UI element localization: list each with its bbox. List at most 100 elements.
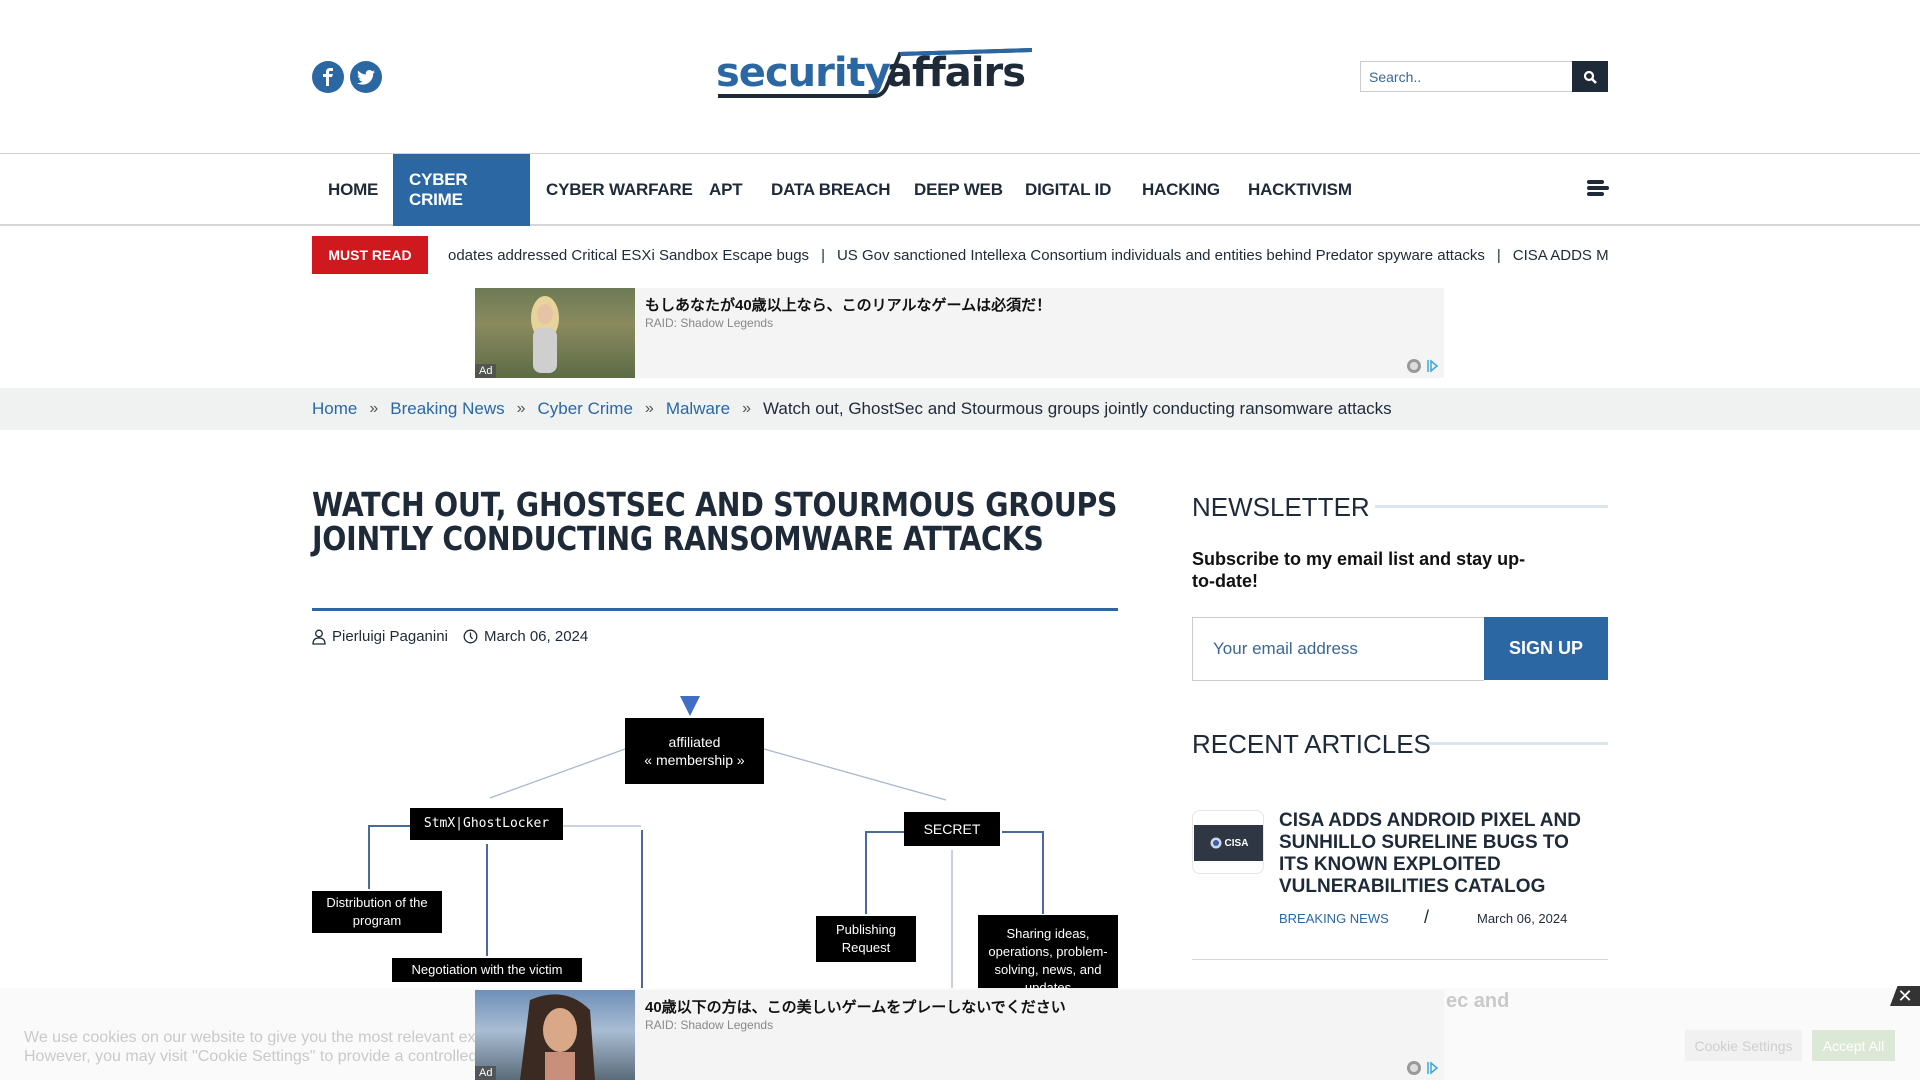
ad-privacy-icon [1407,359,1421,373]
cookie-text: We use cookies on our website to give yo… [24,1028,499,1066]
diagram-node-negotiation: Negotiation with the victim [392,958,582,982]
site-header: security affairs Search.. [0,0,1920,154]
breadcrumb-malware[interactable]: Malware [666,399,730,419]
author-name[interactable]: Pierluigi Paganini [332,628,448,645]
accept-all-button[interactable]: Accept All [1812,1030,1895,1061]
breadcrumb-breaking-news[interactable]: Breaking News [390,399,504,419]
must-read-label: MUST READ [328,247,412,263]
ad-title[interactable]: もしあなたが40歳以上なら、このリアルなゲームは必須だ！ [645,294,1051,315]
nav-item-deep-web[interactable]: DEEP WEB [898,154,1019,226]
user-icon [312,629,326,645]
ticker-item[interactable]: US Gov sanctioned Intellexa Consortium i… [837,247,1485,264]
menu-hamburger-icon[interactable] [1587,180,1609,196]
diagram-node-label: Publishing Request [836,922,896,955]
heading-rule [1375,505,1608,508]
site-logo[interactable]: security affairs [716,48,1033,100]
top-ad-banner[interactable]: Ad もしあなたが40歳以上なら、このリアルなゲームは必須だ！ RAID: Sh… [475,288,1444,378]
email-placeholder: Your email address [1213,639,1358,658]
article-author[interactable]: Pierluigi Paganini [312,628,448,645]
cisa-logo: CISA [1194,825,1263,861]
newsletter-subtitle: Subscribe to my email list and stay up-t… [1192,549,1526,591]
recent-article-category[interactable]: BREAKING NEWS [1279,911,1389,926]
bottom-ad-banner[interactable]: Ad 40歳以下の方は、この美しいゲームをプレーしないでください RAID: S… [475,990,1444,1080]
breadcrumb-current: Watch out, GhostSec and Stourmous groups… [762,399,1392,418]
clock-icon [463,629,478,644]
publish-date: March 06, 2024 [484,628,589,645]
recent-article-thumbnail[interactable]: CISA [1192,810,1264,874]
breadcrumb-cyber-crime[interactable]: Cyber Crime [538,399,633,419]
ticker-item[interactable]: CISA ADDS MICROSOI [1513,247,1608,264]
logo-text-security: security [716,50,891,96]
nav-label: HOME [328,180,379,199]
article-diagram: affiliated « membership » StmX|GhostLock… [312,664,1118,990]
breadcrumb-separator: » [742,400,751,417]
cisa-text: CISA [1224,837,1249,849]
breadcrumb: Home » Breaking News » Cyber Crime » Mal… [0,388,1920,430]
nav-item-data-breach[interactable]: DATA BREACH [755,154,906,226]
search-icon [1583,70,1597,84]
recent-article-title[interactable]: CISA ADDS ANDROID PIXEL AND SUNHILLO SUR… [1279,810,1599,898]
must-read-badge: MUST READ [312,236,428,274]
ad-source: RAID: Shadow Legends [645,316,774,330]
email-input[interactable]: Your email address [1192,617,1484,681]
breadcrumb-separator: » [369,400,379,417]
nav-item-hacking[interactable]: HACKING [1126,154,1236,226]
nav-label: APT [709,180,743,199]
nav-item-apt[interactable]: APT [693,154,758,226]
article-title: WATCH OUT, GHOSTSEC AND STOURMOUS GROUPS… [312,485,1118,558]
ad-label: Ad [475,364,497,378]
ticker-item[interactable]: odates addressed Critical ESXi Sandbox E… [448,247,809,264]
diagram-node-publishing: Publishing Request [816,916,916,962]
ad-title[interactable]: 40歳以下の方は、この美しいゲームをプレーしないでください [645,996,1066,1017]
news-ticker: odates addressed Critical ESXi Sandbox E… [448,240,1608,270]
sign-up-button[interactable]: SIGN UP [1484,617,1608,680]
nav-label: CYBER CRIME [409,170,468,209]
search-input[interactable]: Search.. [1360,61,1608,92]
ticker-separator: | [1496,246,1501,264]
recent-article-peek: ec and [1446,990,1510,1012]
diagram-node-ghostlocker: StmX|GhostLocker [410,808,563,840]
nav-label: CYBER WARFARE [546,180,693,199]
recent-article-date: March 06, 2024 [1477,911,1568,926]
nav-item-digital-id[interactable]: DIGITAL ID [1009,154,1127,226]
diagram-node-label: SECRET [923,821,981,837]
nav-label: DATA BREACH [771,180,891,199]
newsletter-heading: NEWSLETTER [1192,492,1370,522]
diagram-node-label: StmX|GhostLocker [423,816,550,831]
nav-item-home[interactable]: HOME [312,154,394,226]
diagram-node-label: affiliated « membership » [644,734,745,768]
sign-up-label: SIGN UP [1508,638,1583,658]
ad-image[interactable] [475,288,635,378]
title-divider [312,608,1118,611]
diagram-node-label: Sharing ideas, operations, problem-solvi… [988,926,1108,990]
article-date: March 06, 2024 [463,628,588,645]
cookie-settings-label: Cookie Settings [1694,1037,1793,1054]
diagram-node-label: Distribution of the program [326,895,428,928]
ad-choices[interactable] [1406,358,1438,374]
ticker-separator: | [821,246,825,264]
cookie-line: We use cookies on our website to give yo… [24,1029,494,1046]
nav-item-cyber-crime[interactable]: CYBER CRIME [393,154,530,226]
nav-label: HACKING [1142,180,1220,199]
diagram-node-label: Negotiation with the victim [411,962,563,977]
recent-divider [1192,959,1608,960]
nav-label: DIGITAL ID [1025,180,1112,199]
meta-separator: / [1424,907,1430,927]
twitter-icon[interactable] [350,61,382,93]
ad-label: Ad [475,1066,497,1080]
facebook-icon[interactable] [312,61,344,93]
ad-image[interactable] [475,990,635,1080]
cookie-line: However, you may visit "Cookie Settings"… [24,1048,499,1065]
breadcrumb-separator: » [516,400,526,417]
ad-choices[interactable] [1406,1060,1438,1076]
nav-item-cyber-warfare[interactable]: CYBER WARFARE [530,154,709,226]
diagram-node-sharing: Sharing ideas, operations, problem-solvi… [978,915,1118,990]
cookie-settings-button[interactable]: Cookie Settings [1685,1030,1802,1061]
nav-item-hacktivism[interactable]: HACKTIVISM [1232,154,1368,226]
nav-label: DEEP WEB [914,180,1003,199]
breadcrumb-home[interactable]: Home [312,399,357,419]
diagram-node-distribution: Distribution of the program [312,891,442,933]
search-button[interactable] [1572,61,1608,92]
ad-source: RAID: Shadow Legends [645,1018,774,1032]
breadcrumb-separator: » [644,400,654,417]
